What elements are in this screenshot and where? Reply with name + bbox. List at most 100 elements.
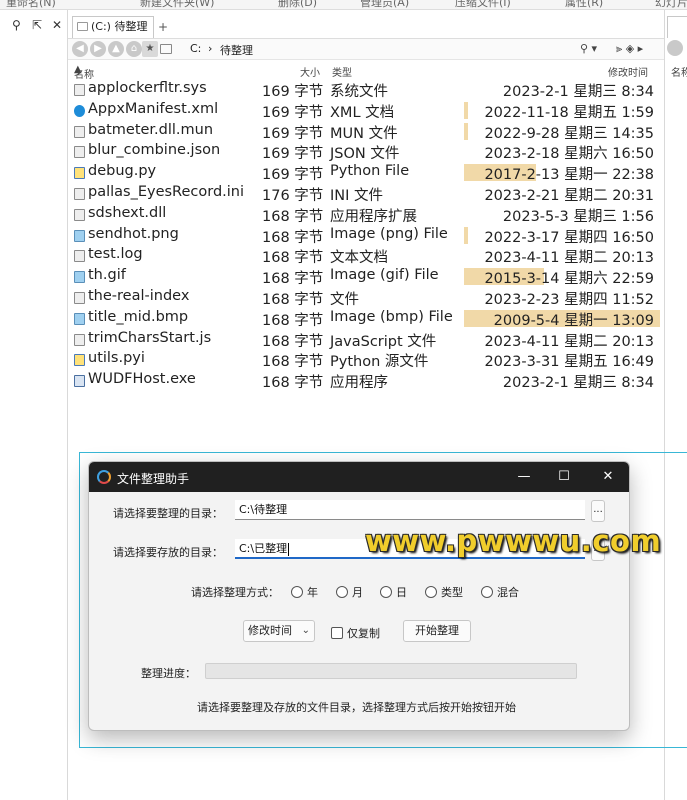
file-modified: 2017-2-13 星期一 22:38	[484, 167, 654, 184]
source-browse-button[interactable]: ...	[591, 500, 605, 522]
file-row[interactable]: th.gif 168 字节 Image (gif) File 2015-3-14 星期…	[68, 266, 664, 287]
file-type: MUN 文件	[330, 125, 398, 142]
forward-icon[interactable]: ▶	[90, 41, 106, 57]
file-name: WUDFHost.exe	[88, 371, 196, 388]
view-mode-icon[interactable]: ⫸ ◈ ▸	[616, 42, 643, 56]
source-dir-input[interactable]: C:\待整理	[235, 500, 585, 520]
dialog-titlebar[interactable]: 文件整理助手 — ☐ ✕	[89, 462, 629, 492]
file-modified: 2022-3-17 星期四 16:50	[484, 229, 654, 246]
column-modified[interactable]: 修改时间	[608, 64, 648, 79]
file-row[interactable]: blur_combine.json 169 字节 JSON 文件 2023-2-18 …	[68, 141, 664, 162]
mode-radio-day[interactable]: 日	[380, 584, 407, 600]
file-name: batmeter.dll.mun	[88, 121, 214, 138]
breadcrumb-folder[interactable]: 待整理	[220, 42, 253, 58]
radio-icon	[291, 586, 303, 598]
chevron-down-icon: ⌄	[301, 625, 310, 636]
mode-radio-mixed[interactable]: 混合	[481, 584, 519, 600]
python-icon	[74, 354, 85, 367]
column-name[interactable]: 名称 ▲	[74, 64, 94, 81]
screen: 重命名(N) 新建文件夹(W) 删除(D) 管理员(A) 压缩文件(I) 属性(…	[0, 0, 687, 800]
file-name: test.log	[88, 246, 143, 263]
file-name: blur_combine.json	[88, 142, 221, 159]
target-dir-label: 请选择要存放的目录：	[113, 546, 223, 559]
file-row[interactable]: WUDFHost.exe 168 字节 应用程序 2023-2-1 星期三 8:34	[68, 370, 664, 391]
file-row[interactable]: sendhot.png 168 字节 Image (png) File 2022-3-…	[68, 225, 664, 246]
file-size: 168 字节	[262, 354, 324, 371]
hint-text: 请选择要整理及存放的文件目录，选择整理方式后按开始按钮开始	[197, 701, 516, 714]
file-row[interactable]: debug.py 169 字节 Python File 2017-2-13 星期一 2…	[68, 162, 664, 183]
file-name: title_mid.bmp	[88, 308, 189, 325]
file-row[interactable]: title_mid.bmp 168 字节 Image (bmp) File 2009-…	[68, 308, 664, 329]
radio-icon	[481, 586, 493, 598]
toolbar-admin-button[interactable]: 管理员(A)	[360, 0, 409, 9]
file-type: 系统文件	[330, 84, 388, 100]
file-row[interactable]: trimCharsStart.js 168 字节 JavaScript 文件 2023…	[68, 329, 664, 350]
home-icon[interactable]: ⌂	[126, 41, 142, 57]
up-icon[interactable]: ▲	[108, 41, 124, 57]
file-row[interactable]: utils.pyi 168 字节 Python 源文件 2023-3-31 星期五 1…	[68, 349, 664, 370]
file-modified: 2023-4-11 星期二 20:13	[484, 250, 654, 267]
right-column-name[interactable]: 名称	[671, 64, 687, 79]
file-size: 168 字节	[262, 333, 324, 350]
file-row[interactable]: AppxManifest.xml 169 字节 XML 文档 2022-11-18 星…	[68, 100, 664, 121]
copy-only-checkbox[interactable]: 仅复制	[331, 625, 380, 641]
exe-icon	[74, 375, 85, 388]
file-row[interactable]: applockerfltr.sys 169 字节 系统文件 2023-2-1 星期三 …	[68, 79, 664, 100]
radio-icon	[425, 586, 437, 598]
sort-field-select[interactable]: 修改时间 ⌄	[243, 620, 315, 642]
toolbar-compress-button[interactable]: 压缩文件(I)	[455, 0, 511, 9]
file-name: trimCharsStart.js	[88, 329, 212, 346]
back-icon[interactable]: ◀	[72, 41, 88, 57]
file-modified: 2023-2-23 星期四 11:52	[484, 291, 654, 308]
checkbox-icon	[331, 627, 343, 639]
file-type: Image (bmp) File	[330, 308, 453, 325]
open-external-icon[interactable]: ⇱	[32, 18, 42, 32]
favorite-icon[interactable]: ★	[142, 41, 158, 57]
toolbar-new-folder-button[interactable]: 新建文件夹(W)	[140, 0, 214, 9]
file-icon	[74, 125, 85, 138]
new-tab-button[interactable]: +	[156, 16, 170, 38]
toolbar-slideshow-button[interactable]: 幻灯片	[655, 0, 687, 9]
toolbar-rename-button[interactable]: 重命名(N)	[6, 0, 56, 9]
file-type: XML 文档	[330, 104, 395, 121]
app-icon	[97, 470, 111, 484]
mode-label: 请选择整理方式：	[191, 586, 279, 599]
file-icon	[74, 333, 85, 346]
mode-radio-year[interactable]: 年	[291, 584, 318, 600]
file-size: 169 字节	[262, 125, 324, 142]
file-type: 文件	[330, 291, 359, 308]
file-row[interactable]: batmeter.dll.mun 169 字节 MUN 文件 2022-9-28 星期…	[68, 121, 664, 142]
file-size: 168 字节	[262, 229, 324, 246]
close-button[interactable]: ✕	[593, 466, 623, 488]
tab-待整理[interactable]: (C:) 待整理	[72, 16, 154, 38]
column-type[interactable]: 类型	[332, 64, 352, 79]
start-organize-button[interactable]: 开始整理	[403, 620, 471, 642]
file-row[interactable]: the-real-index 168 字节 文件 2023-2-23 星期四 11:5…	[68, 287, 664, 308]
file-row[interactable]: test.log 168 字节 文本文档 2023-4-11 星期二 20:13	[68, 245, 664, 266]
file-row[interactable]: sdshext.dll 168 字节 应用程序扩展 2023-5-3 星期三 1:56	[68, 204, 664, 225]
search-icon[interactable]: ⚲ ▾	[580, 42, 597, 55]
column-size[interactable]: 大小	[300, 64, 320, 79]
close-icon[interactable]: ✕	[52, 18, 62, 32]
toolbar-properties-button[interactable]: 属性(R)	[565, 0, 603, 9]
file-row[interactable]: pallas_EyesRecord.ini 176 字节 INI 文件 2023-2-…	[68, 183, 664, 204]
toolbar-delete-button[interactable]: 删除(D)	[278, 0, 317, 9]
mode-radio-type[interactable]: 类型	[425, 584, 463, 600]
search-icon[interactable]: ⚲	[12, 18, 21, 32]
tab-label: (C:) 待整理	[91, 20, 148, 33]
file-name: sendhot.png	[88, 225, 179, 242]
file-size: 168 字节	[262, 375, 324, 392]
file-icon	[74, 187, 85, 200]
file-icon	[74, 84, 85, 96]
minimize-button[interactable]: —	[509, 466, 539, 488]
maximize-button[interactable]: ☐	[549, 466, 579, 488]
watermark: www.pwwwu.com	[365, 524, 662, 558]
back-icon[interactable]	[667, 40, 683, 56]
file-name: pallas_EyesRecord.ini	[88, 183, 245, 200]
file-modified: 2023-2-18 星期六 16:50	[484, 146, 654, 163]
right-pane-tab[interactable]	[667, 16, 687, 38]
progress-label: 整理进度：	[141, 667, 196, 680]
mode-radio-month[interactable]: 月	[336, 584, 363, 600]
breadcrumb-drive[interactable]: C:	[190, 42, 201, 55]
file-modified: 2023-2-1 星期三 8:34	[502, 375, 654, 392]
